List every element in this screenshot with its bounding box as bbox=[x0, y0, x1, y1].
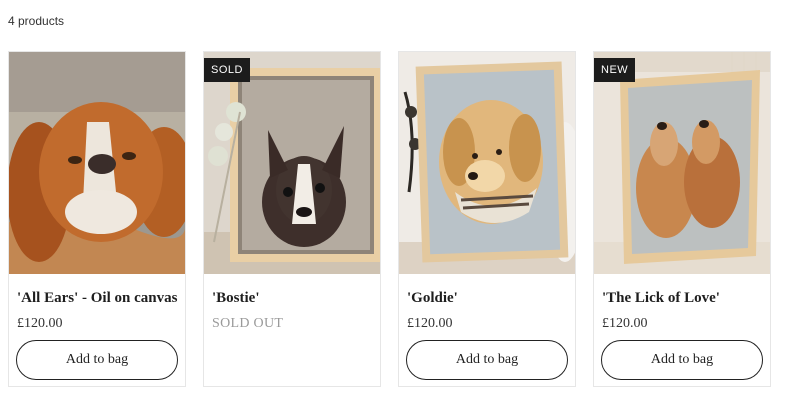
product-count: 4 products bbox=[8, 14, 65, 28]
product-card-goldie[interactable]: 'Goldie' £120.00 Add to bag bbox=[398, 51, 576, 387]
add-to-bag-button[interactable]: Add to bag bbox=[16, 340, 178, 380]
product-card-all-ears[interactable]: 'All Ears' - Oil on canvas £120.00 Add t… bbox=[8, 51, 186, 387]
add-to-bag-button[interactable]: Add to bag bbox=[406, 340, 568, 380]
sold-out-label: SOLD OUT bbox=[212, 316, 284, 331]
new-badge: NEW bbox=[594, 58, 636, 82]
boston-terrier-painting-image bbox=[204, 52, 380, 274]
product-title[interactable]: 'Bostie' bbox=[212, 290, 260, 307]
product-price: £120.00 bbox=[407, 316, 453, 331]
product-price: £120.00 bbox=[602, 316, 648, 331]
product-card-bostie[interactable]: SOLD 'Bostie' SOLD OUT bbox=[203, 51, 381, 387]
spaniel-painting-image bbox=[9, 52, 185, 274]
product-image-goldie[interactable] bbox=[399, 52, 575, 274]
two-dogs-painting-image bbox=[594, 52, 770, 274]
product-price: £120.00 bbox=[17, 316, 63, 331]
product-title[interactable]: 'All Ears' - Oil on canvas bbox=[17, 290, 177, 307]
product-title[interactable]: 'Goldie' bbox=[407, 290, 458, 307]
product-grid: 'All Ears' - Oil on canvas £120.00 Add t… bbox=[8, 51, 771, 387]
product-image-the-lick-of-love[interactable] bbox=[594, 52, 770, 274]
add-to-bag-button[interactable]: Add to bag bbox=[601, 340, 763, 380]
product-image-bostie[interactable] bbox=[204, 52, 380, 274]
product-title[interactable]: 'The Lick of Love' bbox=[602, 290, 720, 307]
golden-retriever-painting-image bbox=[399, 52, 575, 274]
product-image-all-ears[interactable] bbox=[9, 52, 185, 274]
product-card-the-lick-of-love[interactable]: NEW 'The Lick of Love' £120.00 Add to ba… bbox=[593, 51, 771, 387]
sold-badge: SOLD bbox=[204, 58, 250, 82]
